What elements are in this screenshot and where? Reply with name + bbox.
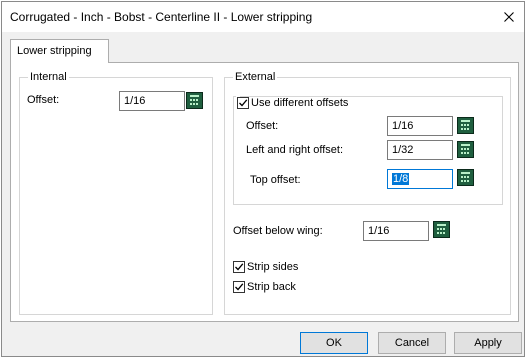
title-bar[interactable]: Corrugated - Inch - Bobst - Centerline I… <box>2 2 524 32</box>
left-right-offset-label: Left and right offset: <box>246 144 344 156</box>
checkmark-icon <box>235 283 244 291</box>
checkmark-icon <box>235 263 244 271</box>
internal-group-label: Internal <box>30 71 67 83</box>
checkmark-icon <box>239 99 248 107</box>
strip-back-checkbox[interactable] <box>233 281 245 293</box>
window-title: Corrugated - Inch - Bobst - Centerline I… <box>10 10 313 24</box>
strip-back-label: Strip back <box>247 281 296 293</box>
external-offset-input[interactable]: 1/16 <box>387 116 453 136</box>
tab-lower-stripping[interactable]: Lower stripping <box>10 39 109 63</box>
dialog-window: Corrugated - Inch - Bobst - Centerline I… <box>1 1 525 357</box>
internal-offset-input[interactable]: 1/16 <box>119 91 185 111</box>
top-offset-label: Top offset: <box>250 174 301 186</box>
external-offset-label: Offset: <box>246 120 279 132</box>
internal-offset-label: Offset: <box>27 94 60 106</box>
external-group-label: External <box>235 71 276 83</box>
cancel-button[interactable]: Cancel <box>378 332 446 354</box>
strip-sides-checkbox[interactable] <box>233 261 245 273</box>
apply-button[interactable]: Apply <box>454 332 522 354</box>
top-offset-value: 1/8 <box>392 173 410 185</box>
tab-label: Lower stripping <box>17 45 92 57</box>
calculator-icon[interactable] <box>457 169 474 186</box>
calculator-icon[interactable] <box>433 221 450 238</box>
left-right-offset-input[interactable]: 1/32 <box>387 140 453 160</box>
tab-panel: Internal Offset: 1/16 External ​ Use dif… <box>10 62 519 322</box>
offset-below-wing-input[interactable]: 1/16 <box>363 221 429 241</box>
calculator-icon[interactable] <box>457 141 474 158</box>
strip-sides-label: Strip sides <box>247 261 299 273</box>
top-offset-input[interactable]: 1/8 <box>387 169 453 189</box>
ok-button[interactable]: OK <box>300 332 368 354</box>
calculator-icon[interactable] <box>457 117 474 134</box>
close-icon <box>504 12 514 22</box>
calculator-icon[interactable] <box>186 92 203 109</box>
close-button[interactable] <box>494 2 524 32</box>
offset-below-wing-label: Offset below wing: <box>233 225 323 237</box>
use-different-offsets-label: Use different offsets <box>251 97 351 109</box>
use-different-offsets-checkbox[interactable] <box>237 97 249 109</box>
